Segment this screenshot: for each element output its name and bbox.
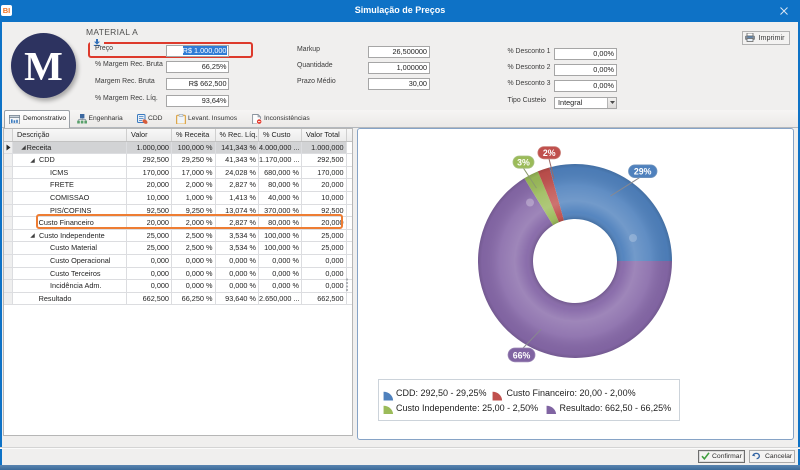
svg-text:29%: 29% [633,167,651,177]
svg-text:66%: 66% [512,350,530,360]
svg-text:2%: 2% [542,148,555,158]
svg-text:3%: 3% [517,158,530,168]
